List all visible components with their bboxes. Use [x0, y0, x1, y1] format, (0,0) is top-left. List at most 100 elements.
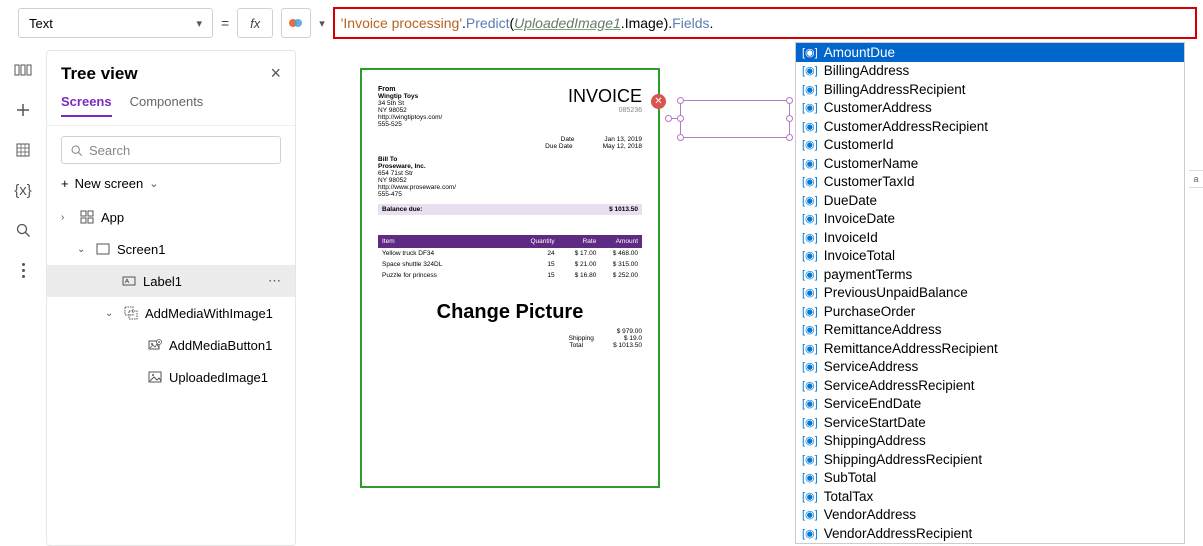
chevron-down-icon: ⌄ — [77, 244, 89, 255]
property-selector[interactable]: Text ▾ — [18, 8, 213, 38]
autocomplete-item[interactable]: [◉]PurchaseOrder — [796, 302, 1184, 321]
tree-item-screen1[interactable]: ⌄ Screen1 — [47, 233, 295, 265]
resize-handle[interactable] — [786, 97, 793, 104]
field-icon: [◉] — [802, 138, 818, 151]
field-icon: [◉] — [802, 471, 818, 484]
field-icon: [◉] — [802, 508, 818, 521]
nav-search-icon[interactable] — [0, 210, 46, 250]
close-icon[interactable]: × — [270, 63, 281, 84]
autocomplete-item[interactable]: [◉]DueDate — [796, 191, 1184, 210]
invoice-row: Yellow truck DF3424$ 17.00$ 468.00 — [378, 248, 642, 259]
autocomplete-item[interactable]: [◉]TotalTax — [796, 487, 1184, 506]
uploaded-image-invoice[interactable]: ✕ From Wingtip Toys 34 5th St NY 98052 h… — [360, 68, 660, 488]
property-selector-label: Text — [29, 16, 53, 31]
tree-item-uploadedimage[interactable]: UploadedImage1 — [47, 361, 295, 393]
autocomplete-item[interactable]: [◉]ServiceAddressRecipient — [796, 376, 1184, 395]
nav-tree-icon[interactable] — [0, 50, 46, 90]
field-icon: [◉] — [802, 157, 818, 170]
invoice-number: 085236 — [568, 107, 642, 114]
field-icon: [◉] — [802, 379, 818, 392]
autocomplete-item[interactable]: [◉]VendorAddress — [796, 506, 1184, 525]
search-input[interactable]: Search — [61, 136, 281, 164]
field-icon: [◉] — [802, 231, 818, 244]
equals-label: = — [221, 15, 229, 31]
autocomplete-item[interactable]: [◉]CustomerName — [796, 154, 1184, 173]
autocomplete-item[interactable]: [◉]SubTotal — [796, 469, 1184, 488]
autocomplete-item[interactable]: [◉]ShippingAddress — [796, 432, 1184, 451]
label1-control[interactable] — [680, 100, 790, 138]
image-icon — [147, 369, 163, 385]
field-icon: [◉] — [802, 194, 818, 207]
canvas[interactable]: ✕ From Wingtip Toys 34 5th St NY 98052 h… — [360, 68, 803, 536]
tab-components[interactable]: Components — [130, 94, 204, 117]
tab-screens[interactable]: Screens — [61, 94, 112, 117]
new-screen-button[interactable]: + New screen ⌄ — [47, 170, 295, 201]
autocomplete-item[interactable]: [◉]ServiceEndDate — [796, 395, 1184, 414]
field-icon: [◉] — [802, 286, 818, 299]
autocomplete-item[interactable]: [◉]PreviousUnpaidBalance — [796, 284, 1184, 303]
autocomplete-item[interactable]: [◉]ServiceStartDate — [796, 413, 1184, 432]
formula-token-variable: UploadedImage1 — [514, 15, 621, 31]
nav-more-icon[interactable] — [0, 250, 46, 290]
resize-handle[interactable] — [677, 115, 684, 122]
nav-data-icon[interactable] — [0, 130, 46, 170]
tree-item-addmediabutton[interactable]: AddMediaButton1 — [47, 329, 295, 361]
field-icon: [◉] — [802, 416, 818, 429]
field-icon: [◉] — [802, 397, 818, 410]
screen-icon — [95, 241, 111, 257]
label-icon — [121, 273, 137, 289]
autocomplete-item[interactable]: [◉]CustomerAddressRecipient — [796, 117, 1184, 136]
invoice-table: Item Quantity Rate Amount Yellow truck D… — [378, 235, 642, 281]
autocomplete-item[interactable]: [◉]ShippingAddressRecipient — [796, 450, 1184, 469]
tree-item-addmedia[interactable]: ⌄ AddMediaWithImage1 — [47, 297, 295, 329]
field-icon: [◉] — [802, 64, 818, 77]
resize-handle[interactable] — [786, 115, 793, 122]
field-icon: [◉] — [802, 46, 818, 59]
formula-input[interactable]: 'Invoice processing' . Predict ( Uploade… — [333, 7, 1197, 39]
tree-item-app[interactable]: › App — [47, 201, 295, 233]
autocomplete-item[interactable]: [◉]BillingAddress — [796, 62, 1184, 81]
autocomplete-item[interactable]: [◉]RemittanceAddress — [796, 321, 1184, 340]
copilot-button[interactable] — [281, 8, 311, 38]
chevron-right-icon: › — [61, 212, 73, 223]
field-icon: [◉] — [802, 305, 818, 318]
chevron-down-icon: ⌄ — [149, 177, 158, 190]
invoice-title: INVOICE — [568, 86, 642, 107]
autocomplete-item[interactable]: [◉]RemittanceAddressRecipient — [796, 339, 1184, 358]
chevron-down-icon[interactable]: ▾ — [319, 17, 325, 30]
resize-handle[interactable] — [677, 134, 684, 141]
resize-handle[interactable] — [786, 134, 793, 141]
autocomplete-item[interactable]: [◉]CustomerId — [796, 136, 1184, 155]
nav-variables-icon[interactable]: {x} — [0, 170, 46, 210]
autocomplete-item[interactable]: [◉]CustomerAddress — [796, 99, 1184, 118]
media-button-icon — [147, 337, 163, 353]
nav-insert-icon[interactable] — [0, 90, 46, 130]
field-icon: [◉] — [802, 527, 818, 540]
field-icon: [◉] — [802, 268, 818, 281]
autocomplete-item[interactable]: [◉]AmountDue — [796, 43, 1184, 62]
field-icon: [◉] — [802, 360, 818, 373]
panel-title: Tree view — [61, 64, 138, 84]
autocomplete-item[interactable]: [◉]InvoiceTotal — [796, 247, 1184, 266]
formula-token-method: Predict — [466, 15, 510, 31]
autocomplete-item[interactable]: [◉]InvoiceDate — [796, 210, 1184, 229]
autocomplete-item[interactable]: [◉]InvoiceId — [796, 228, 1184, 247]
autocomplete-item[interactable]: [◉]BillingAddressRecipient — [796, 80, 1184, 99]
tree-view-panel: Tree view × Screens Components Search + … — [46, 50, 296, 546]
field-icon: [◉] — [802, 212, 818, 225]
search-icon — [70, 144, 83, 157]
invoice-from-label: From — [378, 86, 442, 93]
tree-item-label1[interactable]: Label1 ⋯ — [47, 265, 295, 297]
more-icon[interactable]: ⋯ — [268, 273, 281, 289]
autocomplete-item[interactable]: [◉]CustomerTaxId — [796, 173, 1184, 192]
resize-handle[interactable] — [677, 97, 684, 104]
field-icon: [◉] — [802, 101, 818, 114]
fx-button[interactable]: fx — [237, 8, 273, 38]
autocomplete-item[interactable]: [◉]ServiceAddress — [796, 358, 1184, 377]
autocomplete-item[interactable]: [◉]paymentTerms — [796, 265, 1184, 284]
change-picture-label[interactable]: Change Picture — [378, 301, 642, 324]
autocomplete-item[interactable]: [◉]VendorAddressRecipient — [796, 524, 1184, 543]
delete-icon[interactable]: ✕ — [651, 94, 666, 109]
autocomplete-item[interactable]: [◉]VendorName — [796, 543, 1184, 545]
right-edge-tab[interactable]: a — [1189, 170, 1203, 188]
